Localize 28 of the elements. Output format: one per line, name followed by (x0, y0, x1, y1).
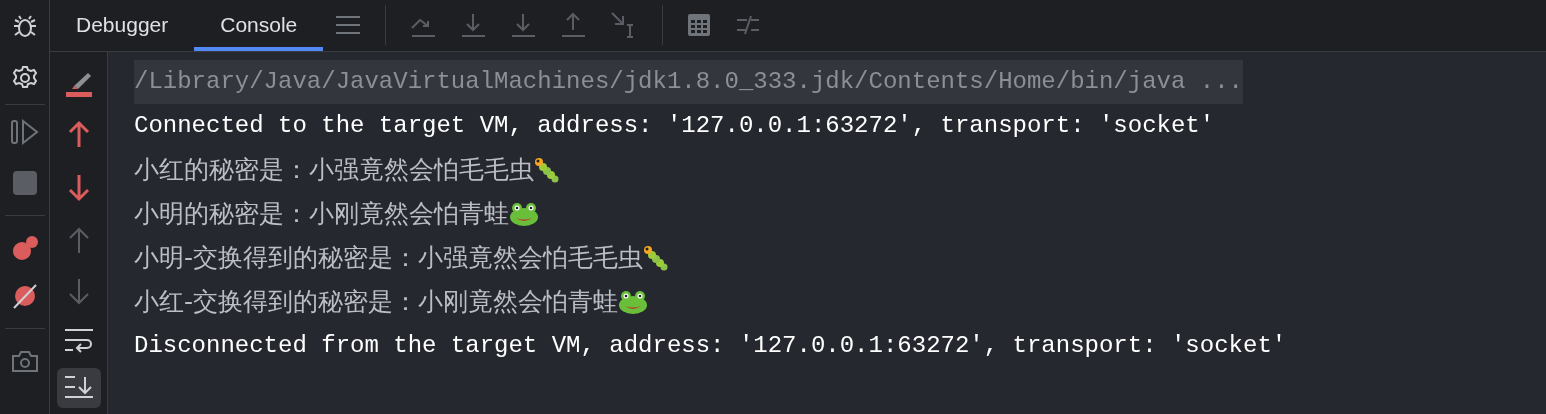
calculator-icon[interactable] (687, 13, 712, 37)
arrow-down-icon[interactable] (66, 278, 91, 306)
arrow-up-icon[interactable] (66, 120, 91, 148)
console-message: Connected to the target VM, address: '127.0.0.1:63272', transport: 'socket' (134, 111, 1215, 141)
console-output: 小红的秘密是：小强竟然会怕毛毛虫 (134, 154, 534, 187)
step-into-icon[interactable] (460, 12, 487, 38)
caterpillar-icon (643, 245, 670, 271)
console-output: 小明-交换得到的秘密是：小强竟然会怕毛毛虫 (134, 242, 644, 275)
tab[interactable]: Debugger (50, 0, 195, 51)
console-message: Disconnected from the target VM, address: '127.0.0.1:63272', transport: 'socket' (134, 331, 1287, 361)
step-out-icon[interactable] (560, 12, 587, 38)
scroll-to-end-button[interactable] (56, 368, 101, 408)
stop-icon[interactable] (12, 171, 37, 195)
resume-icon[interactable] (9, 119, 40, 145)
breakpoints-icon[interactable] (10, 234, 39, 262)
console-output: 小红-交换得到的秘密是：小刚竟然会怕青蛙 (134, 286, 619, 319)
console-output: 小明的秘密是：小刚竟然会怕青蛙 (134, 198, 509, 231)
camera-icon[interactable] (10, 349, 39, 373)
soft-wrap-icon[interactable] (63, 328, 94, 354)
menu-icon[interactable] (335, 14, 362, 36)
arrow-down-icon[interactable] (66, 174, 91, 202)
force-step-into-icon[interactable] (510, 12, 537, 38)
mute-breakpoints-icon[interactable] (10, 282, 39, 310)
scroll-to-end-icon (63, 375, 94, 401)
frog-icon (618, 289, 649, 315)
caterpillar-icon (534, 157, 560, 183)
clear-icon[interactable] (63, 70, 94, 100)
frog-icon (509, 201, 539, 227)
